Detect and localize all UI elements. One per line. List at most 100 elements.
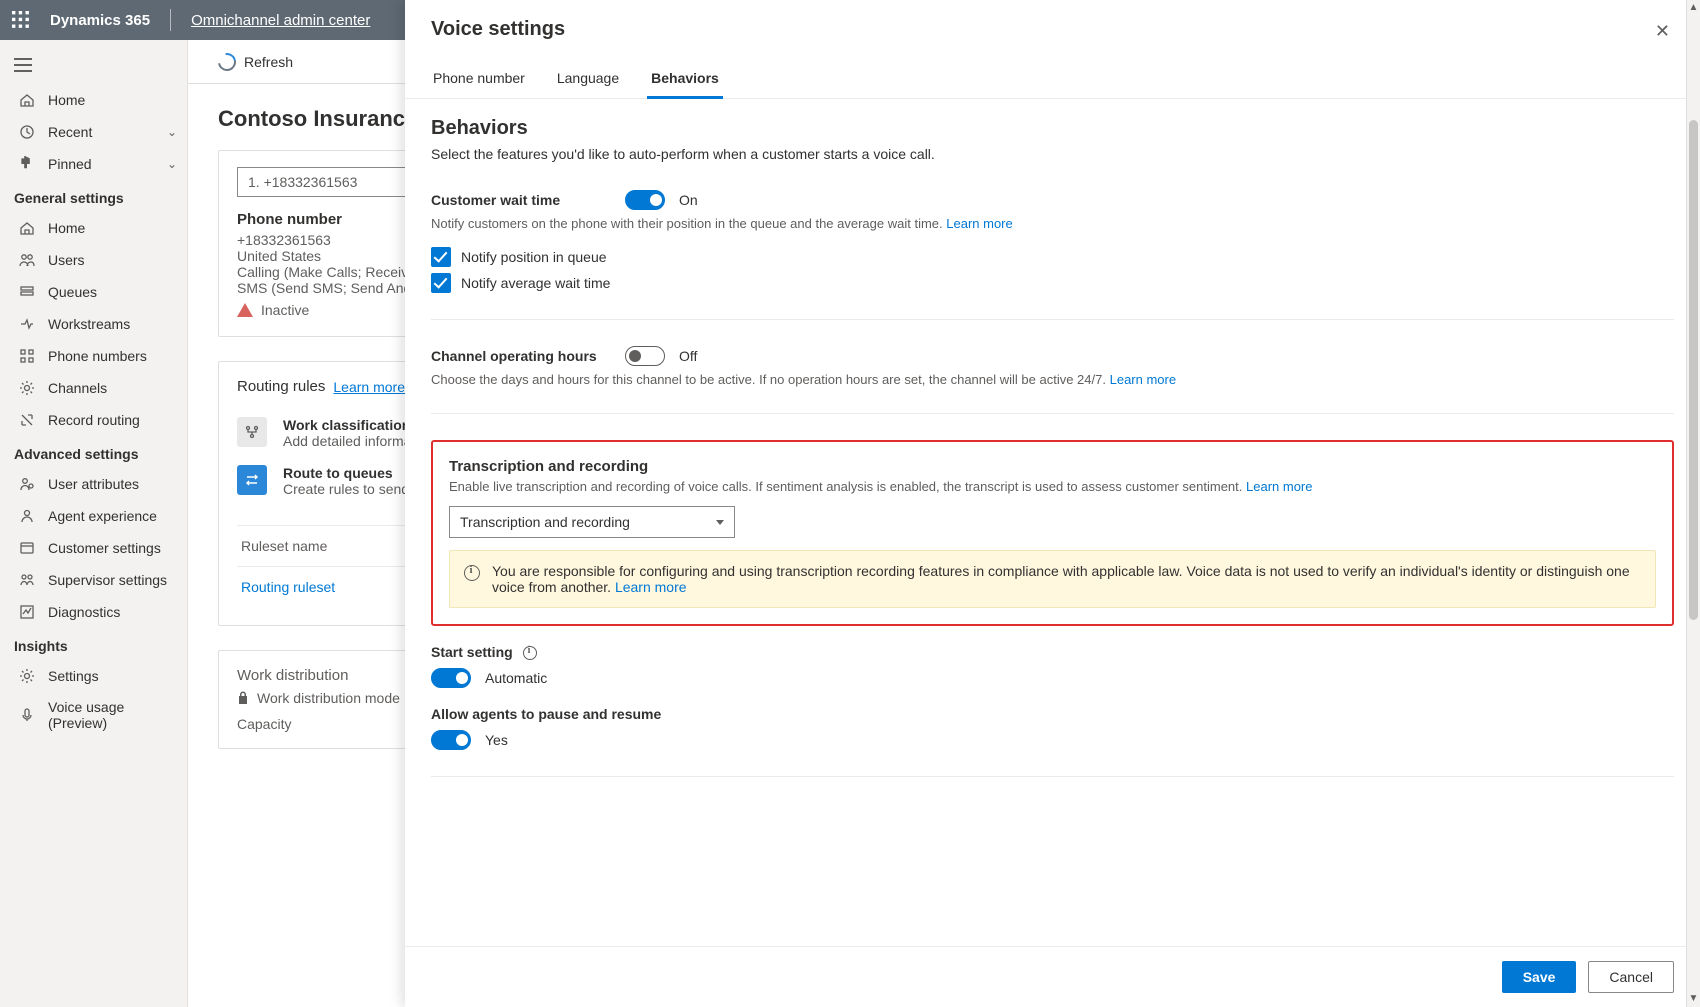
pin-icon [18,155,36,173]
info-icon[interactable] [523,646,537,660]
transcription-learn-more-link[interactable]: Learn more [1246,479,1312,494]
nav-item-diagnostics[interactable]: Diagnostics [0,596,187,628]
superv-icon [18,571,36,589]
nav-item-workstreams[interactable]: Workstreams [0,308,187,340]
nav-item-label: User attributes [48,476,139,492]
notify-average-wait-label: Notify average wait time [461,275,610,291]
hours-toggle-state: Off [679,348,697,364]
nav-item-label: Users [48,252,85,268]
save-button[interactable]: Save [1502,961,1577,993]
operating-hours-setting: Channel operating hours Off Choose the d… [431,346,1674,387]
tab-language[interactable]: Language [555,62,621,98]
tab-phone-number[interactable]: Phone number [431,62,527,98]
hours-help-text: Choose the days and hours for this chann… [431,372,1106,387]
wait-toggle[interactable] [625,190,665,210]
pause-state: Yes [485,732,508,748]
cancel-button[interactable]: Cancel [1588,961,1674,993]
userattr-icon [18,475,36,493]
start-setting-toggle[interactable] [431,668,471,688]
warning-icon [237,303,253,317]
start-setting: Start setting Automatic [431,644,1674,688]
tab-behaviors[interactable]: Behaviors [649,62,721,98]
nav-item-label: Diagnostics [48,604,120,620]
separator [431,319,1674,320]
nav-section-insights: Insights [0,628,187,660]
routing-learn-more-link[interactable]: Learn more [333,379,405,395]
nav-item-label: Workstreams [48,316,130,332]
scroll-up-arrow[interactable]: ▲ [1687,0,1700,16]
nav-item-label: Agent experience [48,508,157,524]
separator [431,776,1674,777]
nav-item-label: Record routing [48,412,140,428]
nav-item-voice-usage-preview-[interactable]: Voice usage (Preview) [0,692,187,738]
nav-section-general: General settings [0,180,187,212]
notify-average-wait-checkbox[interactable] [431,273,451,293]
nav-item-recent[interactable]: Recent ⌄ [0,116,187,148]
nav-section-advanced: Advanced settings [0,436,187,468]
nav-item-pinned[interactable]: Pinned⌄ [0,148,187,180]
nav-item-phone-numbers[interactable]: Phone numbers [0,340,187,372]
scroll-thumb[interactable] [1689,120,1698,620]
refresh-label: Refresh [244,54,293,70]
nav-item-home[interactable]: Home [0,212,187,244]
nav-item-label: Queues [48,284,97,300]
nav-item-label: Supervisor settings [48,572,167,588]
topbar-divider [170,9,171,31]
context-link[interactable]: Omnichannel admin center [191,12,370,29]
app-name: Dynamics 365 [50,12,150,29]
start-setting-label: Start setting [431,644,513,660]
transcription-banner-learn-more-link[interactable]: Learn more [615,579,687,595]
vertical-scrollbar[interactable]: ▲ ▼ [1686,0,1700,1007]
close-icon[interactable]: ✕ [1651,18,1674,44]
nav-item-settings[interactable]: Settings [0,660,187,692]
notify-position-checkbox[interactable] [431,247,451,267]
panel-tabs: Phone number Language Behaviors [405,44,1700,99]
voice-icon [18,706,36,724]
customer-wait-time-setting: Customer wait time On Notify customers o… [431,190,1674,293]
hours-toggle[interactable] [625,346,665,366]
pause-toggle[interactable] [431,730,471,750]
routing-title: Routing rules [237,378,325,395]
queues-icon [18,283,36,301]
nav-collapse-button[interactable] [0,48,187,84]
ruleset-link[interactable]: Routing ruleset [241,579,335,595]
chevron-down-icon: ⌄ [167,125,177,139]
nav-item-label: Voice usage (Preview) [48,699,173,731]
transcription-label: Transcription and recording [449,458,1656,475]
diag-icon [18,603,36,621]
home-icon [18,219,36,237]
scroll-down-arrow[interactable]: ▼ [1687,991,1700,1007]
nav-item-home[interactable]: Home [0,84,187,116]
left-nav: Home Recent ⌄ Pinned⌄ General settings Home… [0,40,188,1007]
nav-item-label: Customer settings [48,540,161,556]
nav-item-channels[interactable]: Channels [0,372,187,404]
info-icon [464,565,480,581]
separator [431,413,1674,414]
refresh-button[interactable]: Refresh [218,53,293,71]
nav-item-queues[interactable]: Queues [0,276,187,308]
lock-icon [237,691,249,705]
agent-icon [18,507,36,525]
route-icon [18,411,36,429]
transcription-info-banner: You are responsible for configuring and … [449,550,1656,608]
phone-icon [18,347,36,365]
cust-icon [18,539,36,557]
app-launcher-icon[interactable] [12,11,30,29]
hours-learn-more-link[interactable]: Learn more [1110,372,1176,387]
nav-item-supervisor-settings[interactable]: Supervisor settings [0,564,187,596]
nav-item-label: Home [48,92,85,108]
nav-item-agent-experience[interactable]: Agent experience [0,500,187,532]
home-icon [18,91,36,109]
route-icon [237,465,267,495]
behaviors-heading: Behaviors [431,117,1674,140]
wait-toggle-state: On [679,192,698,208]
nav-item-user-attributes[interactable]: User attributes [0,468,187,500]
nav-item-customer-settings[interactable]: Customer settings [0,532,187,564]
nav-item-label: Recent [48,124,92,140]
nav-item-users[interactable]: Users [0,244,187,276]
work-icon [18,315,36,333]
clock-icon [18,123,36,141]
wait-learn-more-link[interactable]: Learn more [946,216,1012,231]
nav-item-record-routing[interactable]: Record routing [0,404,187,436]
transcription-dropdown[interactable]: Transcription and recording [449,506,735,538]
